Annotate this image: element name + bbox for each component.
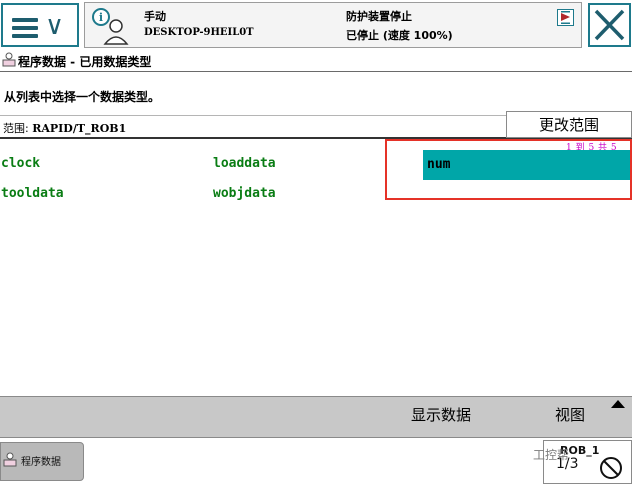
program-data-icon <box>3 452 17 467</box>
bottom-toolbar <box>0 396 632 438</box>
operator-info-icon[interactable]: i <box>90 6 130 46</box>
page-title: 程序数据 - 已用数据类型 <box>18 55 152 69</box>
scope-value: RAPID/T_ROB1 <box>32 122 127 135</box>
triangle-up-icon <box>611 400 625 408</box>
run-status: 已停止 (速度 100%) <box>346 29 453 42</box>
change-scope-button[interactable]: 更改范围 <box>506 111 632 138</box>
show-data-button[interactable]: 显示数据 <box>395 396 487 436</box>
highlight-annotation <box>385 139 632 200</box>
datatype-item-tooldata[interactable]: tooldata <box>1 186 64 201</box>
view-button[interactable]: 视图 <box>540 396 600 436</box>
speed-icon <box>600 457 622 479</box>
program-data-icon <box>2 52 16 67</box>
datatype-item-clock[interactable]: clock <box>1 156 40 171</box>
instruction-text: 从列表中选择一个数据类型。 <box>4 90 161 104</box>
scope-label: 范围: RAPID/T_ROB1 <box>3 120 126 136</box>
event-log-icon[interactable] <box>557 9 574 26</box>
safety-status: 防护装置停止 <box>346 10 412 23</box>
close-button[interactable] <box>588 3 631 47</box>
datatype-item-wobjdata[interactable]: wobjdata <box>213 186 276 201</box>
scope-label-text: 范围: <box>3 122 29 135</box>
chevron-down-icon: ∨ <box>45 11 65 41</box>
hamburger-icon <box>12 18 38 42</box>
operation-mode: 手动 <box>144 10 166 23</box>
controller-name: DESKTOP-9HEIL0T <box>144 27 254 38</box>
svg-text:i: i <box>99 11 103 24</box>
close-icon <box>594 9 625 41</box>
datatype-item-loaddata[interactable]: loaddata <box>213 156 276 171</box>
task-label: 程序数据 <box>21 457 61 468</box>
main-menu-button[interactable]: ∨ <box>1 3 79 47</box>
watermark: 工控帮 <box>533 448 570 462</box>
